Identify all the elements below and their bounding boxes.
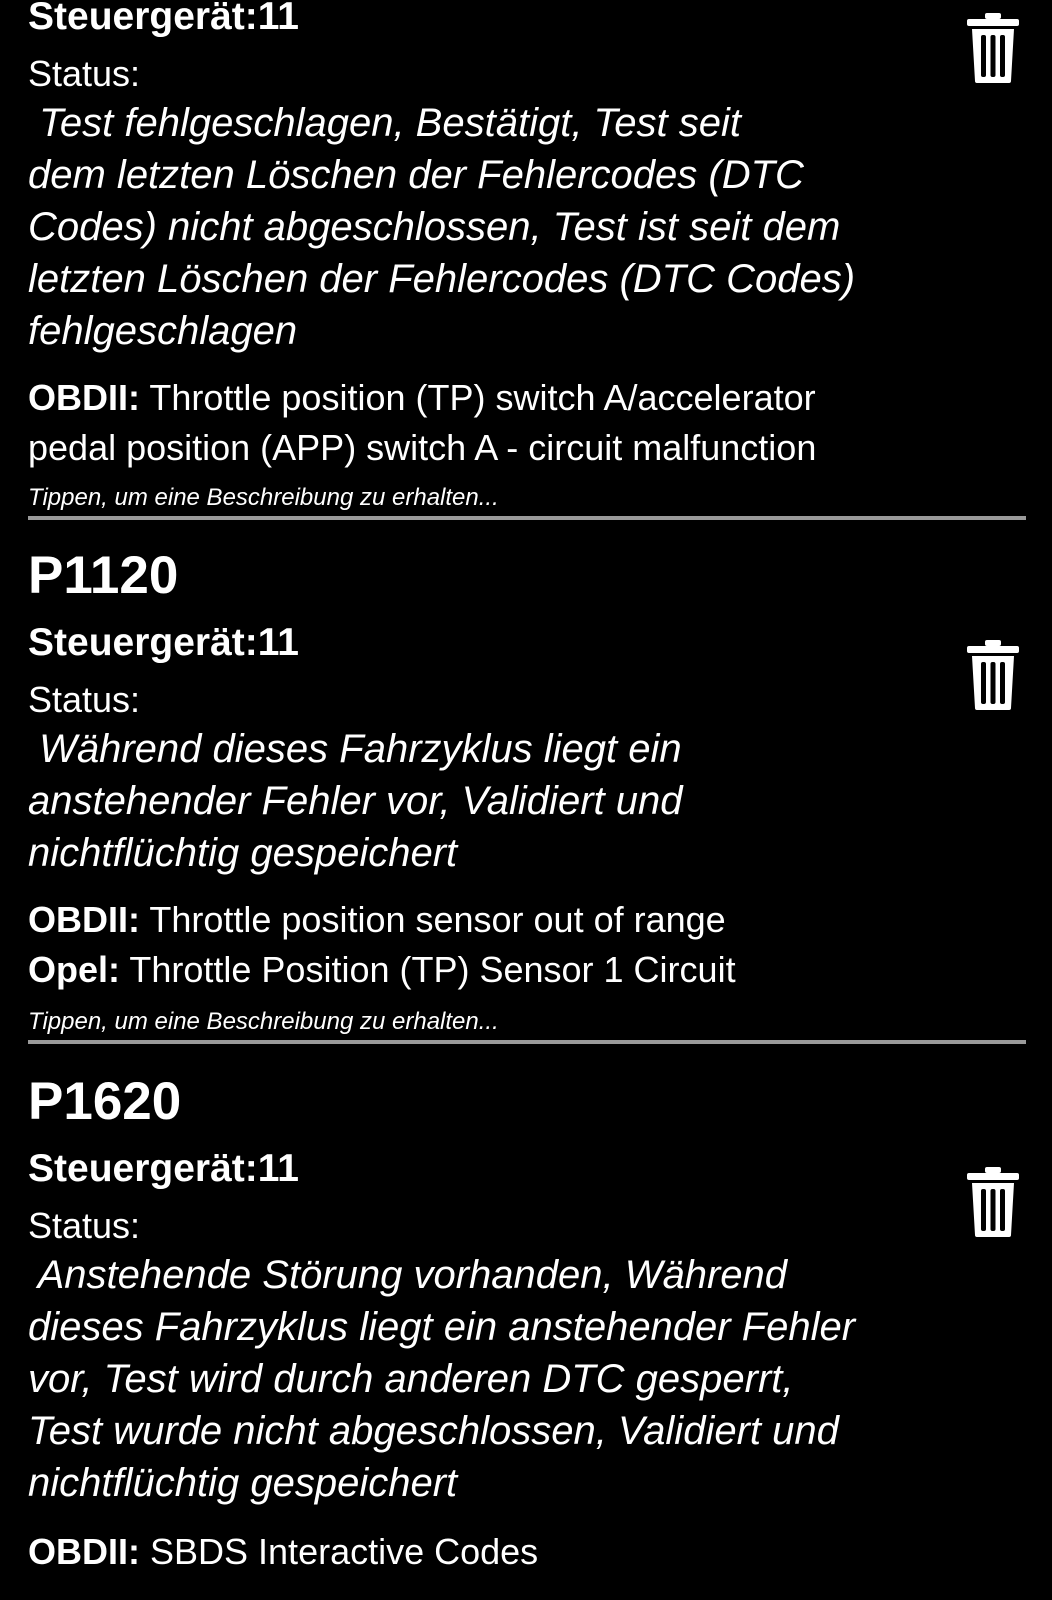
status-line: vor, Test wird durch anderen DTC gesperr… [28,1357,794,1401]
delete-button[interactable] [966,13,1020,83]
description-line: OBDII: SBDS Interactive Codes [28,1527,538,1577]
description-text: SBDS Interactive Codes [140,1531,539,1572]
control-unit-label: Steuergerät:11 [28,0,299,38]
trash-icon [967,1167,1019,1237]
control-unit-label: Steuergerät:11 [28,621,299,664]
status-label: Status: [28,679,141,720]
description-text: pedal position (APP) switch A - circuit … [28,427,817,468]
description-source-label: OBDII: [28,377,140,418]
dtc-code: P1120 [28,546,179,605]
entry-divider [28,516,1026,520]
status-label: Status: [28,53,141,94]
description-line: OBDII: Throttle position sensor out of r… [28,895,736,945]
status-line: dieses Fahrzyklus liegt ein anstehender … [28,1305,856,1349]
description-text: Throttle position (TP) switch A/accelera… [140,377,816,418]
status-line: letzten Löschen der Fehlercodes (DTC Cod… [28,257,856,301]
description-source-label: OBDII: [28,1531,140,1572]
dtc-code: P1620 [28,1072,182,1131]
status-line: Test fehlgeschlagen, Bestätigt, Test sei… [28,101,742,145]
delete-button[interactable] [966,1167,1020,1237]
entry-divider [28,1040,1026,1044]
status-line: dem letzten Löschen der Fehlercodes (DTC [28,153,804,197]
status-line: Während dieses Fahrzyklus liegt ein [28,727,682,771]
description-line: Opel: Throttle Position (TP) Sensor 1 Ci… [28,945,736,995]
fault-description: OBDII: Throttle position (TP) switch A/a… [28,373,816,473]
description-line: pedal position (APP) switch A - circuit … [28,423,816,473]
trash-icon [967,640,1019,710]
status-text: Während dieses Fahrzyklus liegt ein anst… [28,723,928,879]
status-line: nichtflüchtig gespeichert [28,831,458,875]
description-text: Throttle position sensor out of range [140,899,726,940]
status-line: Test wurde nicht abgeschlossen, Validier… [28,1409,839,1453]
description-text: Throttle Position (TP) Sensor 1 Circuit [120,949,736,990]
description-source-label: OBDII: [28,899,140,940]
status-line: fehlgeschlagen [28,309,298,353]
status-line: Codes) nicht abgeschlossen, Test ist sei… [28,205,841,249]
status-text: Test fehlgeschlagen, Bestätigt, Test sei… [28,97,928,357]
tap-for-description-hint[interactable]: Tippen, um eine Beschreibung zu erhalten… [28,483,499,513]
fault-description: OBDII: Throttle position sensor out of r… [28,895,736,995]
description-source-label: Opel: [28,949,121,990]
control-unit-label: Steuergerät:11 [28,1147,299,1190]
status-line: anstehender Fehler vor, Validiert und [28,779,683,823]
description-line: OBDII: Throttle position (TP) switch A/a… [28,373,816,423]
delete-button[interactable] [966,640,1020,710]
fault-description: OBDII: SBDS Interactive Codes [28,1527,538,1577]
trash-icon [967,13,1019,83]
status-line: Anstehende Störung vorhanden, Während [28,1253,788,1297]
tap-for-description-hint[interactable]: Tippen, um eine Beschreibung zu erhalten… [28,1007,499,1037]
status-line: nichtflüchtig gespeichert [28,1461,458,1505]
status-label: Status: [28,1205,141,1246]
status-text: Anstehende Störung vorhanden, Während di… [28,1249,928,1509]
